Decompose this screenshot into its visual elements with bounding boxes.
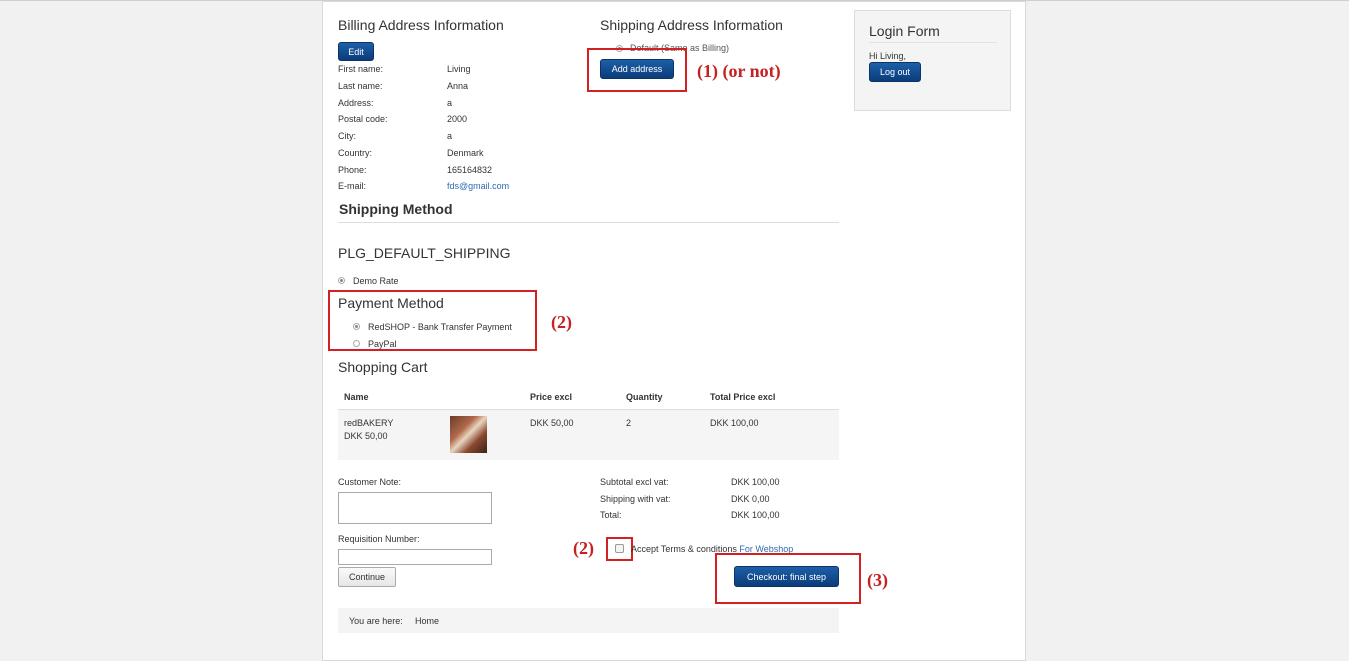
column-header: Name	[344, 392, 369, 402]
divider	[869, 42, 997, 43]
field-value: a	[447, 98, 453, 108]
column-header: Total Price excl	[710, 392, 776, 402]
field-label: First name:	[338, 64, 384, 74]
product-total: DKK 100,00	[710, 418, 759, 428]
field-label: Last name:	[338, 81, 383, 91]
shipping-plugin-title: PLG_DEFAULT_SHIPPING	[338, 245, 511, 261]
totals-label: Shipping with vat:	[600, 494, 671, 504]
customer-note-label: Customer Note:	[338, 477, 402, 487]
annotation-box-3	[715, 553, 861, 604]
field-label: E-mail:	[338, 181, 367, 191]
field-label: Postal code:	[338, 114, 388, 124]
demo-rate-label: Demo Rate	[353, 276, 399, 286]
field-value: Denmark	[447, 148, 484, 158]
totals-label: Total:	[600, 510, 622, 520]
field-value: Anna	[447, 81, 469, 91]
breadcrumb-prefix: You are here:	[349, 616, 403, 626]
field-label: Address:	[338, 98, 374, 108]
customer-note-textarea[interactable]	[338, 492, 492, 524]
shopping-cart-title: Shopping Cart	[338, 359, 428, 375]
product-thumbnail[interactable]	[450, 416, 487, 453]
field-label: Country:	[338, 148, 373, 158]
product-quantity: 2	[626, 418, 632, 428]
totals-value: DKK 100,00	[731, 510, 780, 520]
shipping-method-title: Shipping Method	[339, 201, 453, 217]
table-row	[338, 410, 839, 460]
totals-value: DKK 0,00	[731, 494, 770, 504]
billing-title: Billing Address Information	[338, 17, 504, 33]
annotation-box-2b	[606, 537, 633, 561]
annotation-box-1	[587, 48, 687, 92]
logout-button[interactable]: Log out	[869, 62, 921, 82]
breadcrumb-home[interactable]: Home	[415, 616, 439, 626]
annotation-box-2	[328, 290, 537, 351]
column-header: Quantity	[626, 392, 663, 402]
annotation-3: (3)	[867, 570, 888, 590]
login-form-title: Login Form	[869, 23, 940, 39]
divider	[338, 222, 839, 223]
field-value: Living	[447, 64, 471, 74]
requisition-input[interactable]	[338, 549, 492, 565]
field-value: 2000	[447, 114, 468, 124]
field-label: City:	[338, 131, 356, 141]
shipping-address-title: Shipping Address Information	[600, 17, 783, 33]
totals-label: Subtotal excl vat:	[600, 477, 669, 487]
annotation-1: (1) (or not)	[697, 61, 781, 81]
field-label: Phone:	[338, 165, 367, 175]
annotation-2b: (2)	[573, 538, 594, 558]
product-price: DKK 50,00	[530, 418, 574, 428]
breadcrumb	[338, 608, 839, 633]
demo-rate-radio[interactable]	[338, 277, 345, 284]
requisition-label: Requisition Number:	[338, 534, 420, 544]
product-price-under: DKK 50,00	[344, 431, 388, 441]
login-greeting: Hi Living,	[869, 51, 907, 61]
continue-button[interactable]: Continue	[338, 567, 396, 587]
email-link[interactable]: fds@gmail.com	[447, 181, 509, 191]
annotation-2: (2)	[551, 312, 572, 332]
column-header: Price excl	[530, 392, 573, 402]
field-value: a	[447, 131, 453, 141]
product-link[interactable]: redBAKERY	[344, 418, 393, 428]
totals-value: DKK 100,00	[731, 477, 780, 487]
edit-billing-button[interactable]: Edit	[338, 42, 374, 61]
field-value: 165164832	[447, 165, 493, 175]
